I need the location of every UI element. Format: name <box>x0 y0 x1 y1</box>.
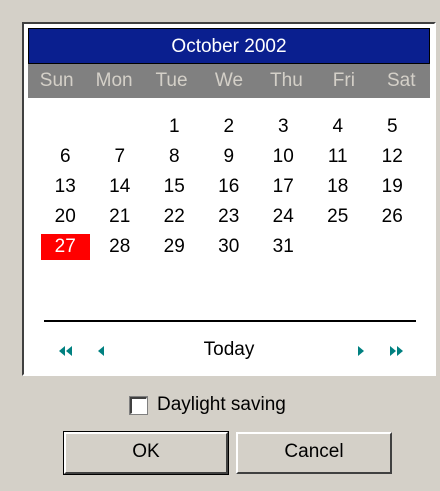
month-title: October 2002 <box>28 28 430 64</box>
day-cell[interactable]: 7 <box>96 144 145 170</box>
daylight-saving-checkbox[interactable] <box>129 395 148 415</box>
ok-button[interactable]: OK <box>63 431 229 475</box>
empty-day-cell <box>314 234 363 260</box>
day-cell[interactable]: 13 <box>41 174 90 200</box>
day-cell[interactable]: 19 <box>368 174 417 200</box>
calendar-panel: October 2002 Sun Mon Tue We Thu Fri Sat … <box>22 22 436 376</box>
empty-day-cell <box>368 234 417 260</box>
weekday-mon: Mon <box>95 70 133 91</box>
day-cell[interactable]: 14 <box>96 174 145 200</box>
previous-year-button[interactable] <box>56 338 78 364</box>
day-cell[interactable]: 28 <box>96 234 145 260</box>
next-month-button[interactable] <box>354 338 370 364</box>
day-cell[interactable]: 25 <box>314 204 363 230</box>
day-cell[interactable]: 15 <box>150 174 199 200</box>
weekday-tue: Tue <box>155 70 188 91</box>
date-picker-dialog: October 2002 Sun Mon Tue We Thu Fri Sat … <box>0 0 440 491</box>
day-cell[interactable]: 30 <box>205 234 254 260</box>
day-cell[interactable]: 5 <box>368 114 417 140</box>
weekday-thu: Thu <box>270 70 303 91</box>
day-cell[interactable]: 12 <box>368 144 417 170</box>
day-cell[interactable]: 3 <box>259 114 308 140</box>
empty-day-cell <box>41 114 90 140</box>
previous-month-button[interactable] <box>94 338 110 364</box>
separator-line <box>44 320 416 322</box>
weekday-sun: Sun <box>39 70 74 91</box>
selected-day-cell[interactable]: 27 <box>41 234 90 260</box>
day-cell[interactable]: 20 <box>41 204 90 230</box>
day-cell[interactable]: 10 <box>259 144 308 170</box>
day-cell[interactable]: 17 <box>259 174 308 200</box>
day-grid: 1 2 3 4 5 6 7 8 9 10 11 12 13 14 15 16 17 18 19 20 21 22 23 24 2… <box>38 112 420 262</box>
right-arrow-icon <box>354 338 370 364</box>
day-cell[interactable]: 6 <box>41 144 90 170</box>
day-cell[interactable]: 18 <box>314 174 363 200</box>
day-cell[interactable]: 9 <box>205 144 254 170</box>
weekday-sat: Sat <box>387 70 416 91</box>
left-arrow-icon <box>94 338 110 364</box>
day-cell[interactable]: 23 <box>205 204 254 230</box>
day-cell[interactable]: 16 <box>205 174 254 200</box>
today-button[interactable]: Today <box>174 336 284 364</box>
empty-day-cell <box>96 114 145 140</box>
weekday-header-row: Sun Mon Tue We Thu Fri Sat <box>28 64 430 98</box>
day-cell[interactable]: 1 <box>150 114 199 140</box>
double-right-arrow-icon <box>386 338 408 364</box>
day-cell[interactable]: 24 <box>259 204 308 230</box>
weekday-fri: Fri <box>332 70 355 91</box>
day-cell[interactable]: 26 <box>368 204 417 230</box>
cancel-button[interactable]: Cancel <box>236 432 392 474</box>
day-cell[interactable]: 11 <box>314 144 363 170</box>
day-cell[interactable]: 2 <box>205 114 254 140</box>
daylight-saving-label: Daylight saving <box>157 394 286 415</box>
daylight-saving-option[interactable]: Daylight saving <box>129 392 286 418</box>
day-cell[interactable]: 21 <box>96 204 145 230</box>
next-year-button[interactable] <box>386 338 408 364</box>
day-cell[interactable]: 22 <box>150 204 199 230</box>
day-cell[interactable]: 4 <box>314 114 363 140</box>
day-cell[interactable]: 31 <box>259 234 308 260</box>
day-cell[interactable]: 8 <box>150 144 199 170</box>
weekday-wed: We <box>214 70 244 91</box>
day-cell[interactable]: 29 <box>150 234 199 260</box>
double-left-arrow-icon <box>56 338 78 364</box>
